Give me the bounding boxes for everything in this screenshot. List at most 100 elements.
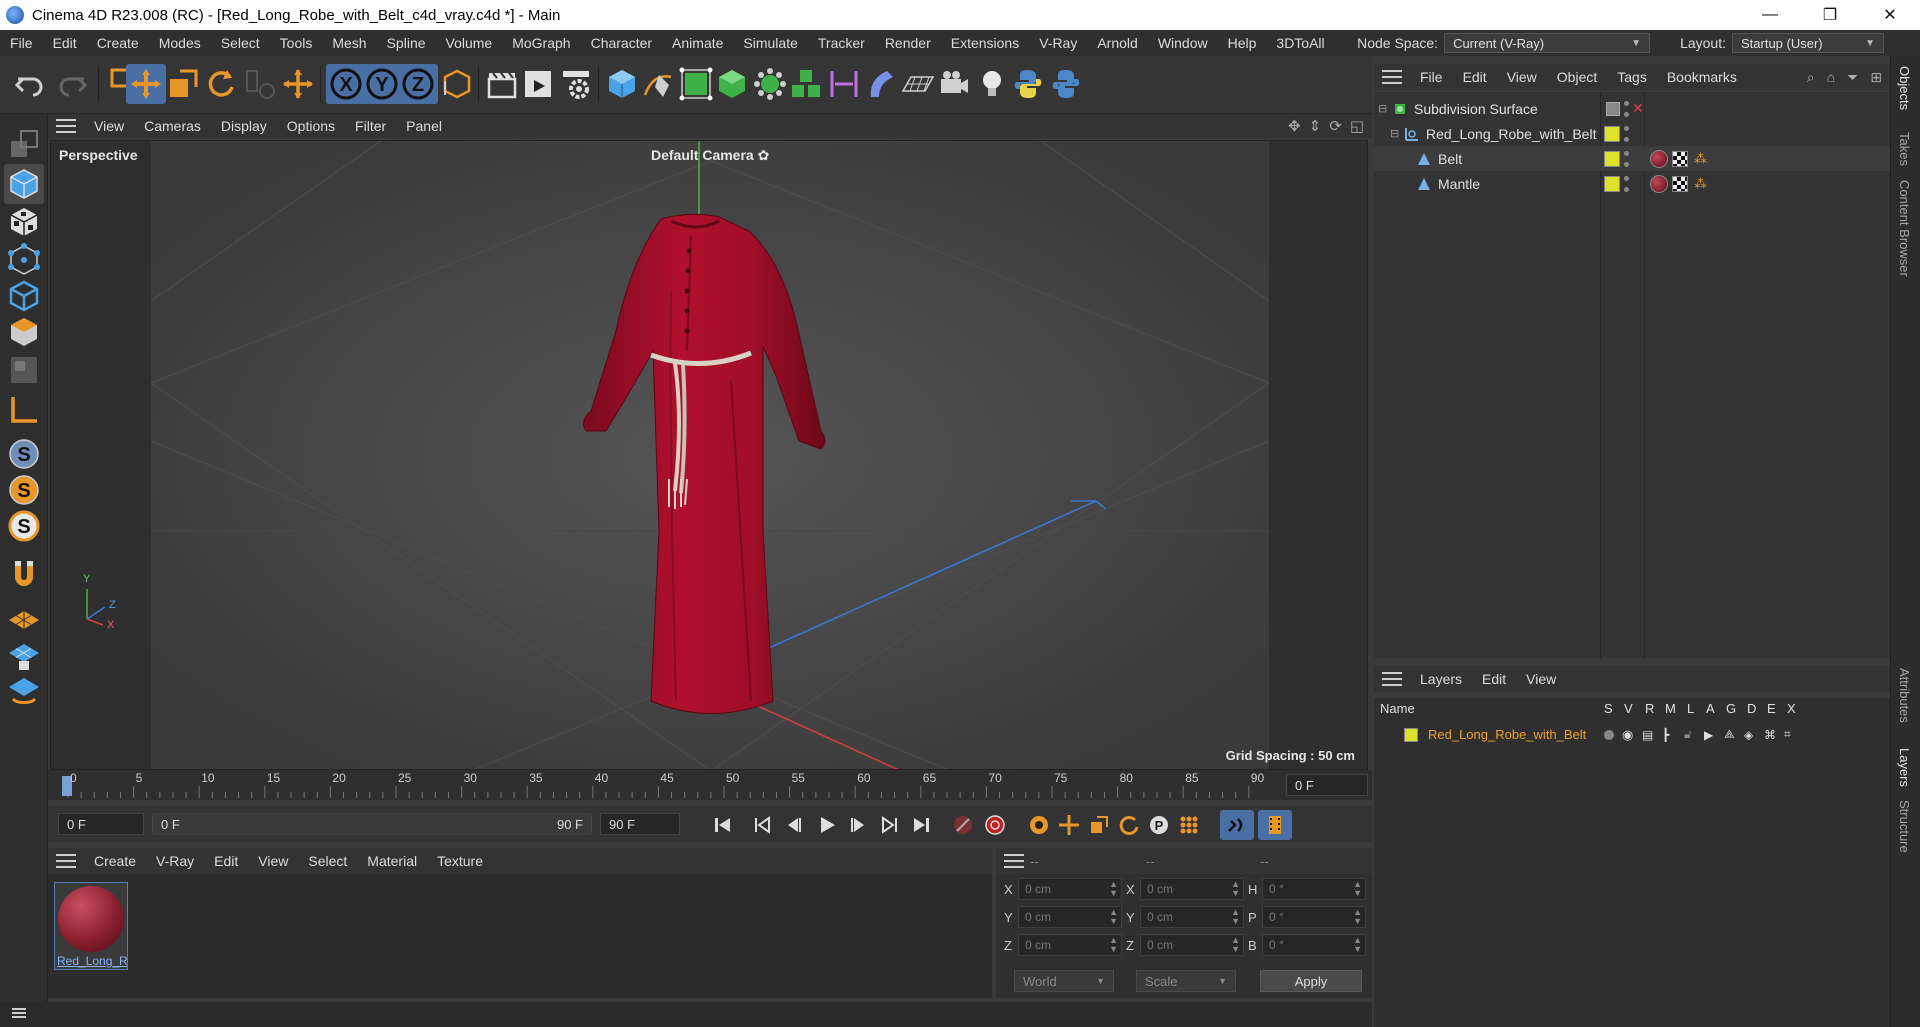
render-view-button[interactable]: [482, 64, 522, 104]
end-frame-field[interactable]: 90 F: [600, 813, 680, 835]
generators-column-header[interactable]: G: [1726, 701, 1736, 716]
pen-spline-button[interactable]: [638, 64, 678, 104]
edge-mode-button[interactable]: [4, 276, 44, 316]
hamburger-icon[interactable]: [56, 854, 76, 868]
material-menu-texture[interactable]: Texture: [427, 853, 493, 869]
object-row-mantle[interactable]: Mantle ⁂: [1374, 171, 1890, 196]
start-frame-field[interactable]: 0 F: [58, 813, 144, 835]
maximize-button[interactable]: ❐: [1800, 0, 1860, 30]
previous-key-button[interactable]: [748, 810, 778, 840]
menu-animate[interactable]: Animate: [662, 35, 733, 51]
solo-hierarchy-button[interactable]: S: [4, 506, 44, 546]
menu-window[interactable]: Window: [1148, 35, 1218, 51]
manager-column-header[interactable]: M: [1665, 701, 1676, 716]
xref-column-header[interactable]: X: [1787, 701, 1796, 716]
layer-color-swatch[interactable]: [1604, 175, 1620, 192]
object-row-subdivision-surface[interactable]: ⊟ Subdivision Surface ✕: [1374, 96, 1890, 121]
object-menu-bookmarks[interactable]: Bookmarks: [1657, 69, 1747, 85]
previous-frame-button[interactable]: [778, 810, 808, 840]
camera-label[interactable]: Default Camera ✿: [651, 147, 769, 164]
visibility-dots[interactable]: [1624, 125, 1630, 142]
collapse-icon[interactable]: ⊟: [1390, 127, 1399, 140]
menu-help[interactable]: Help: [1218, 35, 1267, 51]
rotate-tool-button[interactable]: [200, 64, 240, 104]
scale-tool-button[interactable]: [163, 64, 203, 104]
menu-select[interactable]: Select: [211, 35, 270, 51]
viewport-menu-view[interactable]: View: [84, 118, 134, 134]
layer-row[interactable]: Red_Long_Robe_with_Belt ◉ ▤ ┣ 🔓︎ ▶ ⟁ ◈ ⌘…: [1374, 722, 1890, 747]
y-axis-lock-button[interactable]: Y: [362, 64, 402, 104]
menu-volume[interactable]: Volume: [436, 35, 503, 51]
undo-button[interactable]: [10, 64, 50, 104]
layers-menu-edit[interactable]: Edit: [1472, 671, 1516, 687]
material-menu-create[interactable]: Create: [84, 853, 146, 869]
layer-color-swatch[interactable]: [1604, 125, 1620, 142]
render-to-picture-viewer-button[interactable]: [518, 64, 558, 104]
lock-column-header[interactable]: L: [1687, 701, 1694, 716]
manager-hierarchy-icon[interactable]: ┣: [1662, 728, 1669, 742]
material-menu-material[interactable]: Material: [357, 853, 427, 869]
material-tag-icon[interactable]: [1650, 174, 1668, 193]
z-axis-lock-button[interactable]: Z: [398, 64, 438, 104]
tab-content-browser[interactable]: Content Browser: [1897, 180, 1912, 277]
render-clapper-icon[interactable]: ▤: [1642, 728, 1653, 742]
spinner-icon[interactable]: ▲ ▼: [1353, 908, 1362, 926]
minimize-button[interactable]: —: [1740, 0, 1800, 30]
transform-tool-button[interactable]: [278, 64, 318, 104]
object-menu-file[interactable]: File: [1410, 69, 1453, 85]
material-menu-vray[interactable]: V-Ray: [146, 853, 204, 869]
object-row-belt[interactable]: Belt ⁂: [1374, 146, 1890, 171]
menu-arnold[interactable]: Arnold: [1087, 35, 1147, 51]
camera-button[interactable]: [934, 64, 974, 104]
pos-z-field[interactable]: 0 cm ▲ ▼: [1018, 934, 1122, 956]
menu-simulate[interactable]: Simulate: [733, 35, 807, 51]
key-scale-button[interactable]: [1084, 810, 1114, 840]
play-button[interactable]: [812, 810, 842, 840]
timeline-ruler[interactable]: 0 5 10 15 20 25 30 35 40 45 50 55 60 65 70 75 80 85 90 0 F: [48, 770, 1372, 800]
menu-modes[interactable]: Modes: [149, 35, 211, 51]
uvw-tag-icon[interactable]: [1672, 150, 1688, 167]
collapse-icon[interactable]: ⊟: [1378, 102, 1387, 115]
object-row-robe[interactable]: ⊟ Red_Long_Robe_with_Belt: [1374, 121, 1890, 146]
animation-play-icon[interactable]: ▶: [1704, 728, 1713, 742]
viewport-menu-panel[interactable]: Panel: [396, 118, 452, 134]
recent-tool-button[interactable]: [240, 64, 280, 104]
rot-p-field[interactable]: 0 ° ▲ ▼: [1262, 906, 1366, 928]
x-axis-lock-button[interactable]: X: [326, 64, 366, 104]
subdivision-surface-button[interactable]: [676, 64, 716, 104]
layers-menu-layers[interactable]: Layers: [1410, 671, 1472, 687]
menu-render[interactable]: Render: [875, 35, 941, 51]
floor-button[interactable]: [898, 64, 938, 104]
solo-dot-icon[interactable]: [1604, 729, 1614, 740]
vray-tag-icon[interactable]: ⁂: [1694, 151, 1707, 167]
tab-objects[interactable]: Objects: [1897, 66, 1912, 110]
render-column-header[interactable]: R: [1645, 701, 1654, 716]
next-frame-button[interactable]: [844, 810, 874, 840]
spinner-icon[interactable]: ▲ ▼: [1231, 936, 1240, 954]
timeline-window-button[interactable]: [1258, 810, 1292, 840]
layout-select[interactable]: Startup (User) ▼: [1732, 33, 1884, 53]
size-x-field[interactable]: 0 cm ▲ ▼: [1140, 878, 1244, 900]
vray-tag-icon[interactable]: ⁂: [1694, 176, 1707, 192]
workplane-grid-button[interactable]: [4, 600, 44, 640]
deformer-button[interactable]: [860, 64, 900, 104]
layer-color-swatch[interactable]: [1604, 150, 1620, 167]
hamburger-icon[interactable]: [1382, 672, 1402, 686]
cube-object-button[interactable]: [602, 64, 642, 104]
spinner-icon[interactable]: ▲ ▼: [1353, 880, 1362, 898]
key-pla-button[interactable]: [1174, 810, 1204, 840]
menu-mograph[interactable]: MoGraph: [502, 35, 580, 51]
tab-attributes[interactable]: Attributes: [1897, 668, 1912, 723]
animation-mode-button[interactable]: [1220, 810, 1254, 840]
size-mode-select[interactable]: Scale ▼: [1136, 970, 1236, 992]
hamburger-icon[interactable]: [1004, 854, 1024, 868]
layers-menu-view[interactable]: View: [1516, 671, 1566, 687]
coordinate-space-select[interactable]: World ▼: [1014, 970, 1114, 992]
frame-range-slider[interactable]: 0 F 90 F: [152, 813, 592, 835]
disable-x-icon[interactable]: ✕: [1632, 100, 1644, 117]
spinner-icon[interactable]: ▲ ▼: [1109, 936, 1118, 954]
measure-button[interactable]: [824, 64, 864, 104]
viewport-menu-cameras[interactable]: Cameras: [134, 118, 211, 134]
zoom-view-icon[interactable]: ⇕: [1309, 117, 1322, 135]
pos-x-field[interactable]: 0 cm ▲ ▼: [1018, 878, 1122, 900]
